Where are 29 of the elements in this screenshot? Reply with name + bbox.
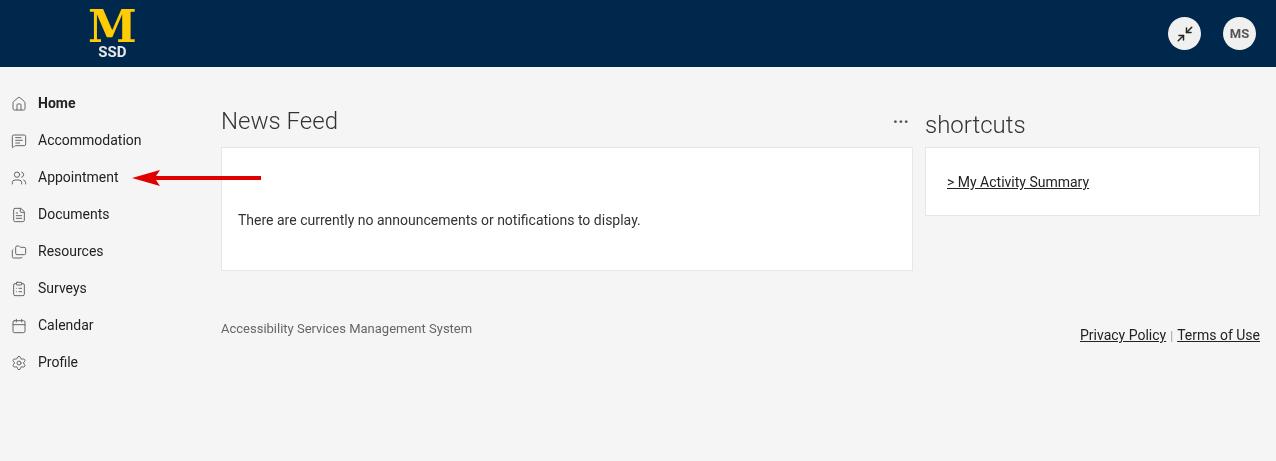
footer-link[interactable]: Privacy Policy xyxy=(1080,325,1167,346)
sidebar-item[interactable]: Calendar xyxy=(11,313,94,338)
footer-system-name: Accessibility Services Management System xyxy=(221,320,473,338)
minimize-button[interactable] xyxy=(1168,17,1201,50)
clipboard-icon xyxy=(11,280,27,297)
empty-message: There are currently no announcements or notifications to display. xyxy=(238,211,642,230)
sidebar-item[interactable]: Appointment xyxy=(11,165,119,190)
footer-separator: | xyxy=(1170,327,1174,345)
sidebar-item[interactable]: Surveys xyxy=(11,276,87,301)
more-button[interactable]: ··· xyxy=(892,107,913,135)
sidebar-item[interactable]: Home xyxy=(11,91,76,116)
sidebar-item[interactable]: Resources xyxy=(11,239,104,264)
people-icon xyxy=(11,169,27,186)
shortcuts-title: shortcuts xyxy=(925,110,1027,135)
home-icon xyxy=(11,95,27,112)
user-avatar[interactable]: MS xyxy=(1223,17,1256,50)
sidebar-item[interactable]: Profile xyxy=(11,350,78,375)
minimize-icon xyxy=(1175,24,1194,43)
news-feed-title: News Feed xyxy=(221,106,338,137)
footer-link[interactable]: Terms of Use xyxy=(1177,325,1260,346)
sidebar-item[interactable]: Documents xyxy=(11,202,110,227)
sidebar-item[interactable]: Accommodation xyxy=(11,128,142,153)
logo[interactable]: M SSD xyxy=(88,7,137,60)
settings-icon xyxy=(11,354,27,371)
folder-icon xyxy=(11,243,27,260)
shortcut-link[interactable]: > My Activity Summary xyxy=(947,172,1090,193)
document-icon xyxy=(11,206,27,223)
list-message-icon xyxy=(11,132,27,149)
calendar-icon xyxy=(11,317,27,334)
